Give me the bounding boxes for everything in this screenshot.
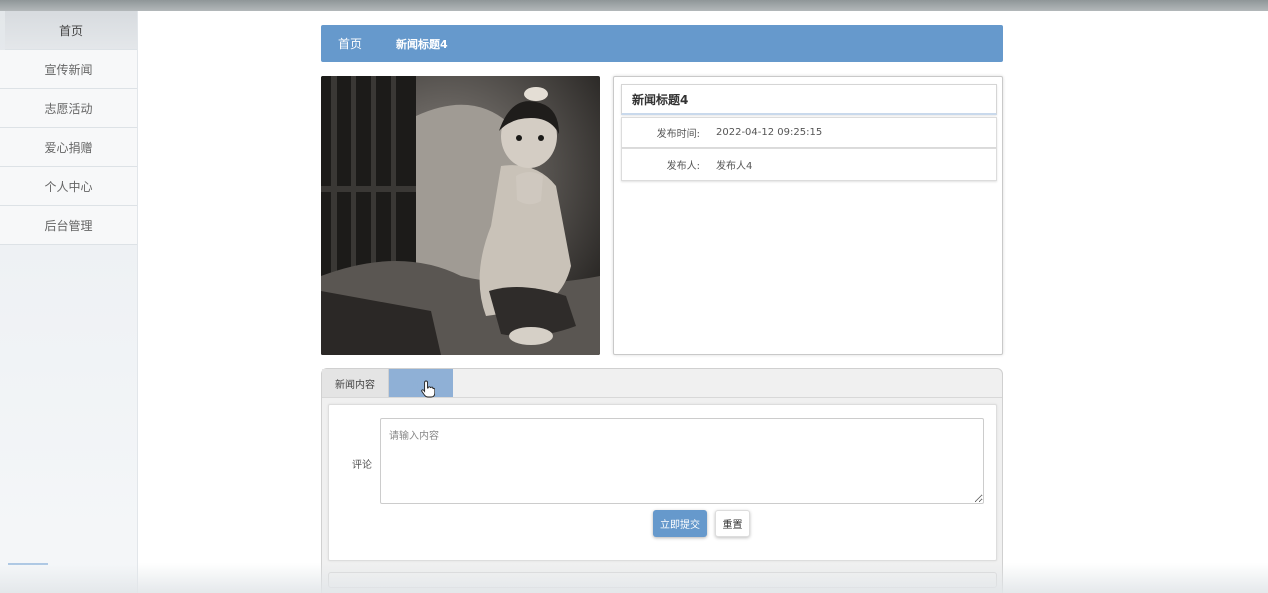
news-image <box>321 76 600 355</box>
publisher-row: 发布人: 发布人4 <box>621 148 997 181</box>
breadcrumb-current: 新闻标题4 <box>396 37 448 51</box>
breadcrumb-home-link[interactable]: 首页 <box>338 35 362 52</box>
sidebar-item-label: 爱心捐赠 <box>44 140 93 155</box>
sidebar-item-label: 首页 <box>58 23 83 38</box>
comment-input[interactable] <box>380 418 984 504</box>
sidebar-item-profile[interactable]: 个人中心 <box>0 167 137 206</box>
breadcrumb: 首页 新闻标题4 <box>321 25 1003 62</box>
publish-time-row: 发布时间: 2022-04-12 09:25:15 <box>621 117 997 148</box>
sidebar-item-home[interactable]: 首页 <box>5 11 137 50</box>
news-info-panel: 新闻标题4 发布时间: 2022-04-12 09:25:15 发布人: 发布人… <box>613 76 1003 355</box>
sidebar-accent <box>8 563 48 565</box>
publish-time-label: 发布时间: <box>656 129 700 140</box>
sidebar-item-label: 宣传新闻 <box>44 62 93 77</box>
submit-button[interactable]: 立即提交 <box>653 510 707 537</box>
sidebar-item-donation[interactable]: 爱心捐赠 <box>0 128 137 167</box>
sidebar-item-label: 个人中心 <box>44 179 93 194</box>
publisher-value: 发布人4 <box>716 161 753 172</box>
tabs-container: 新闻内容 评论 评论 立即提交 重置 <box>321 368 1003 593</box>
comment-form: 评论 立即提交 重置 <box>328 404 997 561</box>
sidebar-item-volunteer[interactable]: 志愿活动 <box>0 89 137 128</box>
sidebar-item-news[interactable]: 宣传新闻 <box>0 50 137 89</box>
hand-cursor-icon <box>421 380 435 398</box>
sidebar-item-label: 志愿活动 <box>44 101 93 116</box>
tab-news-content[interactable]: 新闻内容 <box>322 369 389 397</box>
reset-button[interactable]: 重置 <box>715 510 750 537</box>
top-strip <box>0 0 1268 11</box>
comment-list-panel <box>328 572 997 588</box>
publish-time-value: 2022-04-12 09:25:15 <box>716 127 823 138</box>
comment-label: 评论 <box>352 460 372 471</box>
sidebar: 首页 宣传新闻 志愿活动 爱心捐赠 个人中心 后台管理 <box>0 11 138 593</box>
sidebar-item-label: 后台管理 <box>44 218 93 233</box>
news-title: 新闻标题4 <box>621 84 997 115</box>
sidebar-item-admin[interactable]: 后台管理 <box>0 206 137 245</box>
news-photo-illustration <box>321 76 600 355</box>
publisher-label: 发布人: <box>666 161 700 172</box>
